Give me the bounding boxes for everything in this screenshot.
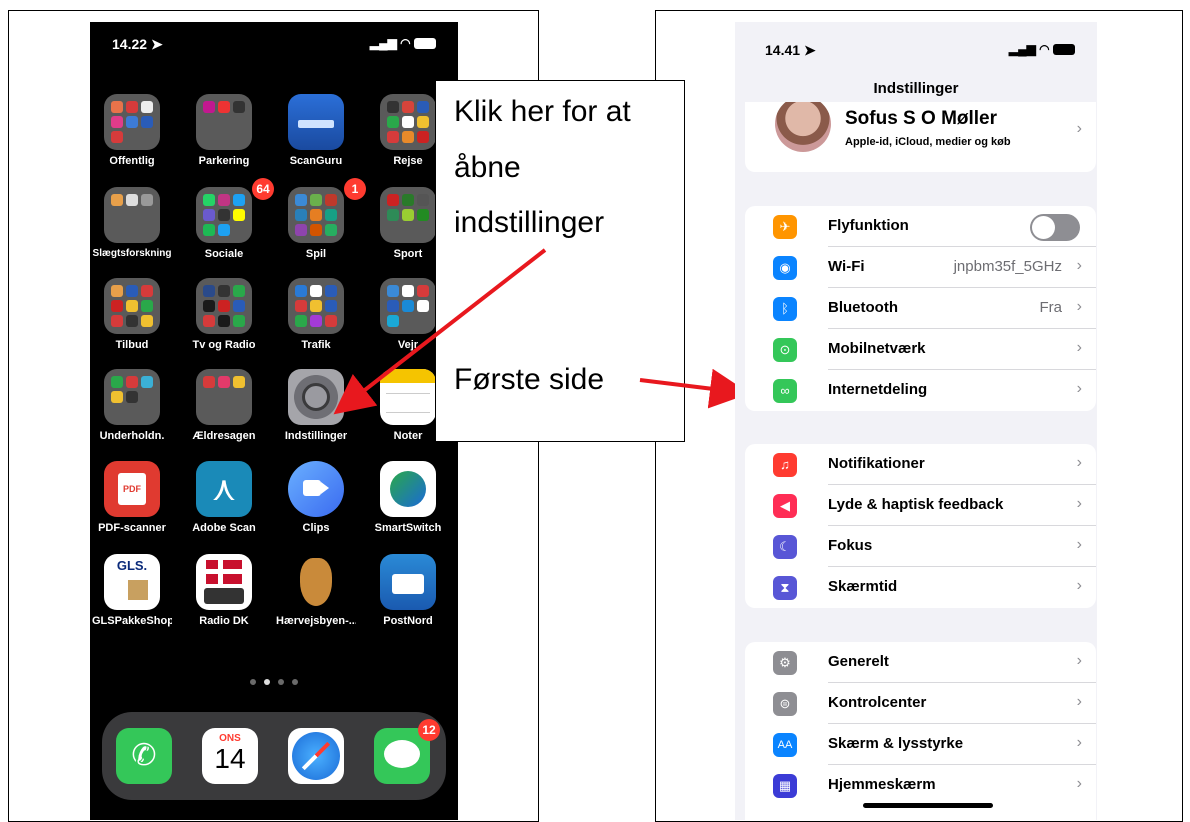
hotspot-icon: ∞ — [773, 379, 797, 403]
grid-icon: ▦ — [773, 774, 797, 798]
row-lyde[interactable]: ◀ Lyde & haptisk feedback › — [745, 485, 1096, 526]
row-hjemmeskaerm[interactable]: ▦ Hjemmeskærm › — [745, 765, 1096, 806]
row-flyfunktion[interactable]: ✈ Flyfunktion — [745, 206, 1096, 247]
bluetooth-icon: ᛒ — [773, 297, 797, 321]
chevron-right-icon: › — [1076, 536, 1082, 553]
switches-icon: ⊜ — [773, 692, 797, 716]
row-notifikationer[interactable]: ♫ Notifikationer › — [745, 444, 1096, 485]
bell-icon: ♫ — [773, 453, 797, 477]
chevron-right-icon: › — [1076, 454, 1082, 471]
row-skaerm-lysstyrke[interactable]: AA Skærm & lysstyrke › — [745, 724, 1096, 765]
chevron-right-icon: › — [1076, 298, 1082, 315]
home-indicator[interactable] — [863, 803, 993, 808]
location-icon: ➤ — [803, 42, 816, 58]
airplane-toggle[interactable] — [1030, 214, 1080, 241]
chevron-right-icon: › — [1076, 339, 1082, 356]
status-icons: ▂▄▆ ◠ — [1009, 42, 1075, 56]
chevron-right-icon: › — [1076, 693, 1082, 710]
profile-row[interactable]: Sofus S O Møller Apple-id, iCloud, medie… — [745, 102, 1096, 172]
profile-subtitle: Apple-id, iCloud, medier og køb — [845, 136, 1011, 148]
moon-icon: ☾ — [773, 535, 797, 559]
gear-icon: ⚙ — [773, 651, 797, 675]
antenna-icon: ⊙ — [773, 338, 797, 362]
hourglass-icon: ⧗ — [773, 576, 797, 600]
airplane-icon: ✈ — [773, 215, 797, 239]
chevron-right-icon: › — [1076, 120, 1082, 137]
row-bluetooth[interactable]: ᛒ Bluetooth Fra › — [745, 288, 1096, 329]
arrow-to-first-page — [639, 368, 750, 409]
settings-screen: 14.41 ➤ ▂▄▆ ◠ Indstillinger Sofus S O Mø… — [735, 22, 1097, 820]
chevron-right-icon: › — [1076, 734, 1082, 751]
signal-icon: ▂▄▆ — [1008, 42, 1036, 56]
wifi-icon: ◠ — [1039, 42, 1050, 56]
chevron-right-icon: › — [1076, 577, 1082, 594]
row-wifi[interactable]: ◉ Wi-Fi jnpbm35f_5GHz › — [745, 247, 1096, 288]
status-time: 14.41 ➤ — [765, 42, 816, 58]
chevron-right-icon: › — [1076, 257, 1082, 274]
notifications-group: ♫ Notifikationer › ◀ Lyde & haptisk feed… — [745, 444, 1096, 608]
arrow-to-settings — [333, 248, 547, 415]
row-internetdeling[interactable]: ∞ Internetdeling › — [745, 370, 1096, 411]
avatar — [775, 102, 831, 152]
page-title: Indstillinger — [873, 80, 959, 97]
connectivity-group: ✈ Flyfunktion ◉ Wi-Fi jnpbm35f_5GHz › ᛒ … — [745, 206, 1096, 411]
chevron-right-icon: › — [1076, 495, 1082, 512]
chevron-right-icon: › — [1076, 775, 1082, 792]
row-generelt[interactable]: ⚙ Generelt › — [745, 642, 1096, 683]
row-mobilnetvaerk[interactable]: ⊙ Mobilnetværk › — [745, 329, 1096, 370]
row-kontrolcenter[interactable]: ⊜ Kontrolcenter › — [745, 683, 1096, 724]
profile-name: Sofus S O Møller — [845, 108, 998, 129]
row-fokus[interactable]: ☾ Fokus › — [745, 526, 1096, 567]
wifi-icon: ◉ — [773, 256, 797, 280]
row-skaermtid[interactable]: ⧗ Skærmtid › — [745, 567, 1096, 608]
aa-icon: AA — [773, 733, 797, 757]
speaker-icon: ◀ — [773, 494, 797, 518]
chevron-right-icon: › — [1076, 652, 1082, 669]
chevron-right-icon: › — [1076, 380, 1082, 397]
general-group: ⚙ Generelt › ⊜ Kontrolcenter › AA Skærm … — [745, 642, 1096, 820]
battery-icon — [1053, 44, 1075, 56]
